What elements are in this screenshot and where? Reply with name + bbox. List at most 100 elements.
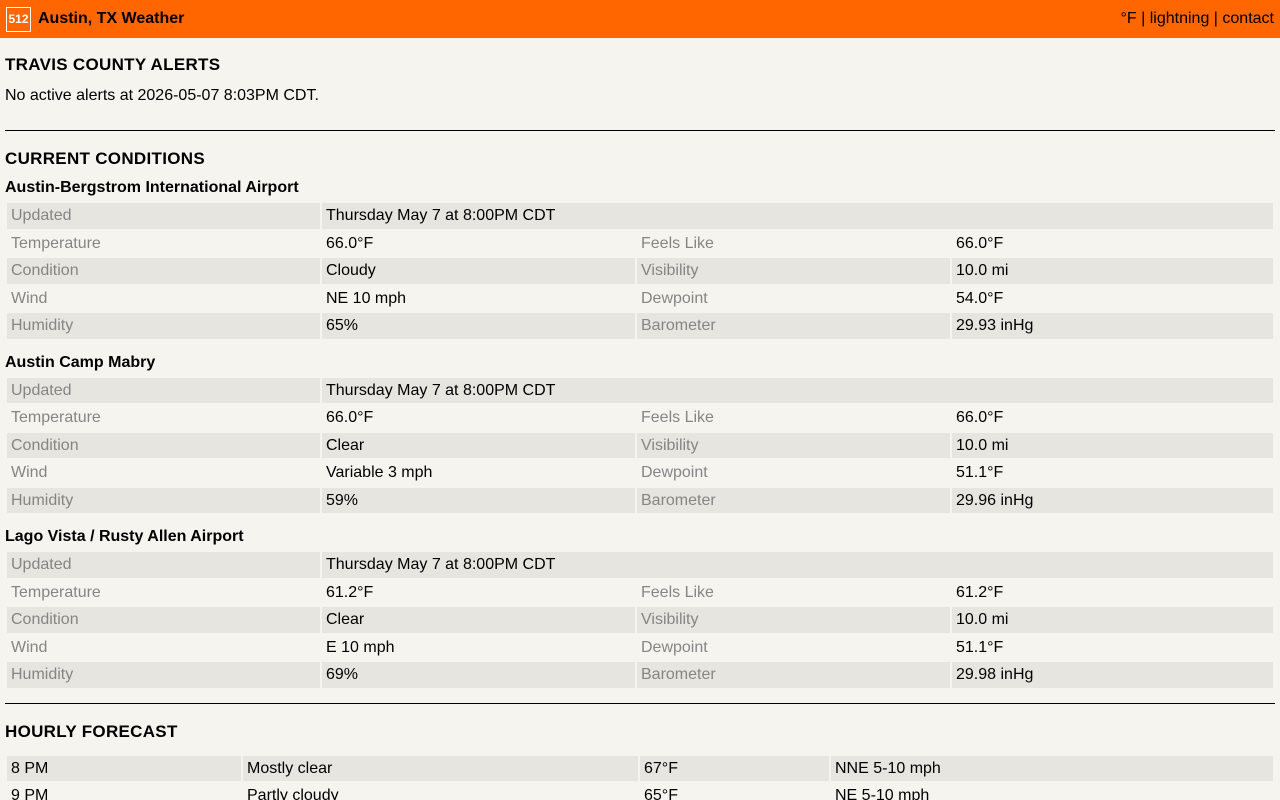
hourly-row: 9 PM Partly cloudy 65°F NE 5-10 mph: [7, 783, 1273, 800]
humidity-label: Humidity: [7, 313, 320, 339]
obs-row: Humidity 65% Barometer 29.93 inHg: [7, 313, 1273, 339]
brand[interactable]: 512 Austin, TX Weather: [6, 6, 184, 32]
top-bar: 512 Austin, TX Weather °F | lightning | …: [0, 0, 1280, 38]
humidity-value: 69%: [322, 662, 635, 688]
top-links: °F | lightning | contact: [1121, 10, 1275, 28]
station-observations-table: Updated Thursday May 7 at 8:00PM CDT Tem…: [5, 201, 1275, 341]
wind-value: Variable 3 mph: [326, 464, 433, 481]
station-observations-table: Updated Thursday May 7 at 8:00PM CDT Tem…: [5, 376, 1275, 516]
current-conditions-title: CURRENT CONDITIONS: [5, 149, 205, 168]
obs-row: Condition Cloudy Visibility 10.0 mi: [7, 258, 1273, 284]
site-logo[interactable]: 512: [6, 6, 31, 32]
hour-temp: 67°F: [640, 755, 829, 781]
obs-row: Condition Clear Visibility 10.0 mi: [7, 432, 1273, 458]
obs-row: Condition Clear Visibility 10.0 mi: [7, 607, 1273, 633]
visibility-label: Visibility: [637, 432, 950, 458]
contact-link[interactable]: contact: [1222, 10, 1274, 27]
wind-label: Wind: [11, 638, 48, 656]
current-conditions-section: CURRENT CONDITIONS Austin-Bergstrom Inte…: [5, 149, 1275, 690]
obs-row: Humidity 59% Barometer 29.96 inHg: [7, 487, 1273, 513]
hourly-forecast-section: HOURLY FORECAST 8 PM Mostly clear 67°F N…: [5, 722, 1275, 800]
alerts-section: TRAVIS COUNTY ALERTS No active alerts at…: [5, 38, 1275, 105]
hour-wind: NNE 5-10 mph: [831, 755, 1273, 781]
station-name: Austin Camp Mabry: [5, 353, 156, 371]
obs-row-updated: Updated Thursday May 7 at 8:00PM CDT: [7, 377, 1273, 403]
section-divider: [5, 702, 1275, 704]
updated-value: Thursday May 7 at 8:00PM CDT: [322, 377, 1273, 403]
obs-row: Wind Variable 3 mph Dewpoint 51.1°F: [7, 460, 1273, 486]
barometer-label: Barometer: [637, 487, 950, 513]
obs-row: Temperature 66.0°F Feels Like 66.0°F: [7, 405, 1273, 431]
hourly-forecast-title: HOURLY FORECAST: [5, 721, 178, 741]
obs-row: Temperature 66.0°F Feels Like 66.0°F: [7, 231, 1273, 257]
condition-label: Condition: [7, 258, 320, 284]
temperature-value: 66.0°F: [326, 409, 374, 426]
site-title[interactable]: Austin, TX Weather: [38, 10, 184, 28]
temperature-label: Temperature: [11, 409, 101, 426]
visibility-label: Visibility: [637, 258, 950, 284]
hour-time: 8 PM: [7, 755, 241, 781]
humidity-value: 59%: [322, 487, 635, 513]
station-name: Lago Vista / Rusty Allen Airport: [5, 528, 244, 545]
feels-like-label: Feels Like: [641, 583, 714, 601]
barometer-value: 29.98 inHg: [952, 662, 1273, 688]
feels-like-label: Feels Like: [641, 409, 714, 426]
updated-label: Updated: [7, 203, 320, 229]
humidity-label: Humidity: [7, 487, 320, 513]
wind-value: E 10 mph: [326, 638, 395, 656]
feels-like-value: 66.0°F: [956, 409, 1004, 426]
hour-summary: Mostly clear: [243, 755, 638, 781]
obs-row-updated: Updated Thursday May 7 at 8:00PM CDT: [7, 203, 1273, 229]
barometer-label: Barometer: [637, 662, 950, 688]
updated-value: Thursday May 7 at 8:00PM CDT: [322, 203, 1273, 229]
wind-label: Wind: [11, 464, 48, 481]
humidity-label: Humidity: [7, 662, 320, 688]
visibility-value: 10.0 mi: [952, 607, 1273, 633]
barometer-value: 29.93 inHg: [952, 313, 1273, 339]
feels-like-label: Feels Like: [641, 234, 714, 252]
main-content: TRAVIS COUNTY ALERTS No active alerts at…: [0, 38, 1280, 800]
obs-row: Humidity 69% Barometer 29.98 inHg: [7, 662, 1273, 688]
dewpoint-label: Dewpoint: [641, 638, 708, 656]
updated-value: Thursday May 7 at 8:00PM CDT: [322, 552, 1273, 578]
alerts-status-text: No active alerts at 2026-05-07 8:03PM CD…: [5, 87, 319, 104]
section-divider: [5, 130, 1275, 131]
unit-toggle-link[interactable]: °F: [1121, 10, 1137, 27]
feels-like-value: 61.2°F: [956, 583, 1004, 601]
updated-label: Updated: [7, 377, 320, 403]
condition-value: Clear: [322, 607, 635, 633]
temperature-value: 66.0°F: [326, 234, 374, 252]
humidity-value: 65%: [322, 313, 635, 339]
condition-value: Cloudy: [322, 258, 635, 284]
wind-label: Wind: [11, 289, 48, 307]
visibility-value: 10.0 mi: [952, 432, 1273, 458]
hour-time: 9 PM: [11, 787, 49, 800]
temperature-value: 61.2°F: [326, 583, 374, 601]
hourly-row: 8 PM Mostly clear 67°F NNE 5-10 mph: [7, 755, 1273, 781]
hour-summary: Partly cloudy: [247, 787, 339, 800]
obs-row: Temperature 61.2°F Feels Like 61.2°F: [7, 580, 1273, 606]
visibility-label: Visibility: [637, 607, 950, 633]
link-separator: |: [1213, 10, 1218, 27]
dewpoint-value: 54.0°F: [956, 289, 1004, 307]
lightning-link[interactable]: lightning: [1150, 10, 1210, 27]
feels-like-value: 66.0°F: [956, 234, 1004, 252]
hour-wind: NE 5-10 mph: [835, 787, 930, 800]
wind-value: NE 10 mph: [326, 289, 407, 307]
temperature-label: Temperature: [11, 583, 101, 601]
obs-row: Wind NE 10 mph Dewpoint 54.0°F: [7, 286, 1273, 312]
condition-value: Clear: [322, 432, 635, 458]
station-observations-table: Updated Thursday May 7 at 8:00PM CDT Tem…: [5, 550, 1275, 690]
dewpoint-value: 51.1°F: [956, 638, 1004, 656]
link-separator: |: [1141, 10, 1146, 27]
condition-label: Condition: [7, 432, 320, 458]
temperature-label: Temperature: [11, 234, 101, 252]
obs-row-updated: Updated Thursday May 7 at 8:00PM CDT: [7, 552, 1273, 578]
alerts-title: TRAVIS COUNTY ALERTS: [5, 55, 221, 74]
condition-label: Condition: [7, 607, 320, 633]
dewpoint-value: 51.1°F: [956, 464, 1004, 481]
dewpoint-label: Dewpoint: [641, 289, 708, 307]
updated-label: Updated: [7, 552, 320, 578]
barometer-label: Barometer: [637, 313, 950, 339]
dewpoint-label: Dewpoint: [641, 464, 708, 481]
